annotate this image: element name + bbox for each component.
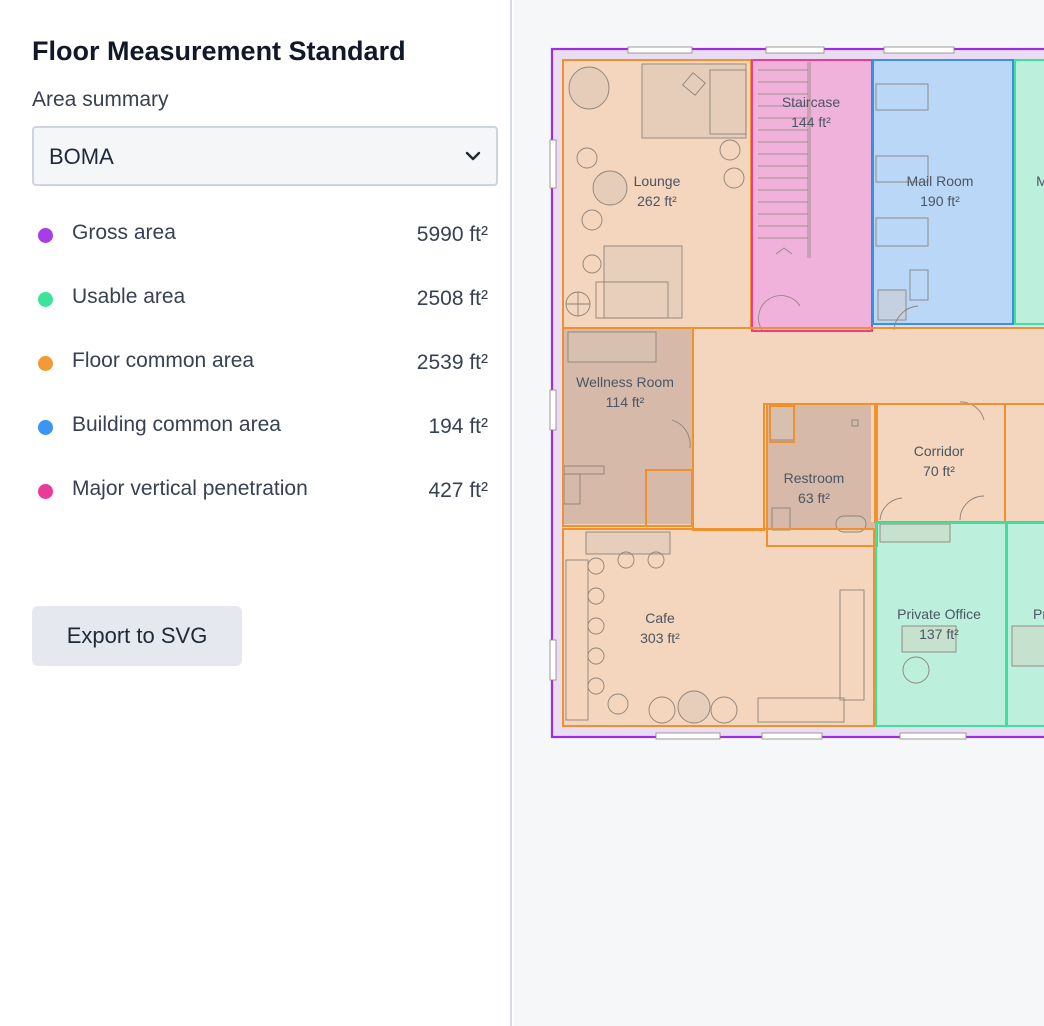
summary-row-gross-area: Gross area 5990 ft² [32, 220, 488, 250]
floor-plan: Lounge 262 ft² Staircase 144 ft² Mail Ro… [549, 46, 1044, 740]
summary-label: Major vertical penetration [72, 477, 308, 500]
usable-area-color-dot [38, 292, 53, 307]
room-area-wellness-room: 114 ft² [606, 394, 645, 410]
page-title: Floor Measurement Standard [32, 36, 406, 66]
summary-value: 2539 ft² [416, 351, 488, 374]
room-area-private-office: 137 ft² [919, 626, 959, 642]
room-private-office[interactable] [876, 523, 1006, 726]
room-name-cafe: Cafe [645, 610, 675, 626]
summary-row-floor-common-area: Floor common area 2539 ft² [32, 348, 488, 378]
gross-area-color-dot [38, 228, 53, 243]
room-name-staircase: Staircase [782, 94, 841, 110]
room-name-corridor: Corridor [914, 443, 965, 459]
room-name-clipped-top: M [1036, 173, 1044, 189]
floor-plan-canvas[interactable]: Lounge 262 ft² Staircase 144 ft² Mail Ro… [514, 0, 1044, 1026]
sidebar: Floor Measurement Standard Area summary … [0, 0, 512, 1026]
room-name-private-office: Private Office [897, 606, 981, 622]
summary-row-building-common-area: Building common area 194 ft² [32, 412, 488, 442]
major-vertical-penetration-color-dot [38, 484, 53, 499]
summary-label: Building common area [72, 413, 281, 436]
export-button-label: Export to SVG [66, 623, 208, 648]
summary-row-usable-area: Usable area 2508 ft² [32, 284, 488, 314]
room-partial-right-bottom[interactable] [1007, 523, 1044, 726]
summary-label: Usable area [72, 285, 186, 308]
summary-label: Gross area [72, 221, 176, 244]
summary-value: 427 ft² [428, 479, 488, 502]
room-name-clipped-bottom: Pr [1033, 606, 1044, 622]
measurement-standard-select[interactable]: BOMA [32, 126, 498, 186]
room-area-corridor: 70 ft² [923, 463, 955, 479]
room-area-lounge: 262 ft² [637, 193, 677, 209]
floor-common-area-color-dot [38, 356, 53, 371]
room-name-wellness-room: Wellness Room [576, 374, 674, 390]
room-area-cafe: 303 ft² [640, 630, 680, 646]
room-name-mail-room: Mail Room [907, 173, 974, 189]
room-partial-right-top[interactable] [1015, 60, 1044, 324]
room-mail-room[interactable] [873, 60, 1013, 324]
building-common-area-color-dot [38, 420, 53, 435]
area-summary-label: Area summary [32, 88, 169, 111]
room-name-lounge: Lounge [634, 173, 681, 189]
summary-value: 5990 ft² [416, 223, 488, 246]
room-cafe[interactable] [563, 529, 874, 726]
room-area-restroom: 63 ft² [798, 490, 830, 506]
summary-value: 2508 ft² [416, 287, 488, 310]
chevron-down-icon [465, 151, 481, 161]
summary-label: Floor common area [72, 349, 255, 372]
summary-row-major-vertical-penetration: Major vertical penetration 427 ft² [32, 476, 488, 506]
summary-value: 194 ft² [428, 415, 488, 438]
room-area-mail-room: 190 ft² [920, 193, 960, 209]
export-svg-button[interactable]: Export to SVG [32, 606, 242, 666]
select-value: BOMA [49, 144, 114, 169]
room-name-restroom: Restroom [784, 470, 845, 486]
room-area-staircase: 144 ft² [791, 114, 831, 130]
